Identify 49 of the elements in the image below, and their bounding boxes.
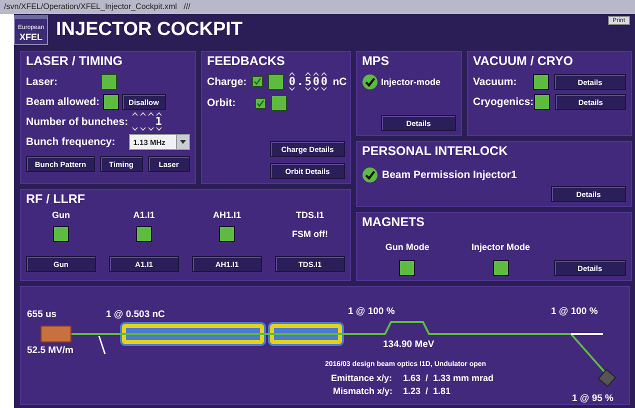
- beam-label: Emittance x/y:: [331, 373, 392, 383]
- station-label: AH1.I1: [212, 210, 241, 220]
- mode-label: Injector Mode: [471, 242, 530, 252]
- status-text: Beam Permission Injector1: [382, 169, 517, 181]
- field-label: Vacuum:: [473, 76, 518, 88]
- field-label: Bunch frequency:: [26, 136, 116, 148]
- panel-title: VACUUM / CRYO: [473, 54, 574, 69]
- unit-label: nC: [332, 76, 347, 88]
- field-label: Charge:: [207, 76, 247, 88]
- beam-value: 1.63 / 1.33 mm mrad: [403, 373, 494, 383]
- station-label: TDS.I1: [296, 210, 324, 220]
- status-text: Injector-mode: [381, 77, 441, 87]
- beam-label: 52.5 MV/m: [27, 345, 74, 356]
- beam-label: 1 @ 0.503 nC: [106, 309, 165, 320]
- decrement-icon[interactable]: [289, 87, 296, 91]
- spinner-value: .: [296, 76, 304, 87]
- panel-title: RF / LLRF: [26, 192, 86, 207]
- beam-value: 1.23 / 1.81: [403, 386, 451, 396]
- field-label: Beam allowed:: [26, 96, 100, 108]
- panel-title: MAGNETS: [362, 215, 426, 230]
- mode-label: Gun Mode: [385, 242, 430, 252]
- spinner-value[interactable]: 1: [155, 116, 162, 127]
- spinner-value[interactable]: 0: [288, 76, 296, 87]
- spinner-value[interactable]: 0: [320, 76, 328, 87]
- station-label: A1.I1: [133, 210, 155, 220]
- beam-label: Mismatch x/y:: [333, 386, 393, 396]
- beam-label: 1 @ 100 %: [551, 306, 598, 317]
- file-path: /svn/XFEL/Operation/XFEL_Injector_Cockpit.xml ///: [0, 0, 635, 14]
- field-label: Laser:: [26, 76, 59, 88]
- status-message: FSM off!: [292, 229, 328, 239]
- dropdown-arrow-icon: [180, 140, 186, 144]
- panel-title: MPS: [362, 54, 390, 69]
- spinner-value[interactable]: 5: [304, 76, 312, 87]
- beam-label: 1 @ 100 %: [348, 306, 395, 317]
- checkbox[interactable]: [255, 98, 266, 108]
- increment-icon[interactable]: [289, 72, 296, 76]
- spinner-value[interactable]: 0: [312, 76, 320, 87]
- station-label: Gun: [52, 210, 70, 220]
- beam-label: 1 @ 95 %: [572, 393, 614, 404]
- page-title: INJECTOR COCKPIT: [56, 19, 243, 41]
- field-label: Orbit:: [207, 97, 237, 109]
- gun-drawing: [40, 326, 72, 342]
- panel-title: LASER / TIMING: [26, 54, 124, 69]
- field-label: Number of bunches:: [26, 116, 128, 128]
- beam-label: 134.90 MeV: [383, 339, 434, 350]
- checkbox[interactable]: [252, 76, 263, 87]
- panel-title: PERSONAL INTERLOCK: [362, 144, 509, 159]
- panel-title: FEEDBACKS: [207, 54, 286, 69]
- beam-label: 655 us: [27, 309, 57, 320]
